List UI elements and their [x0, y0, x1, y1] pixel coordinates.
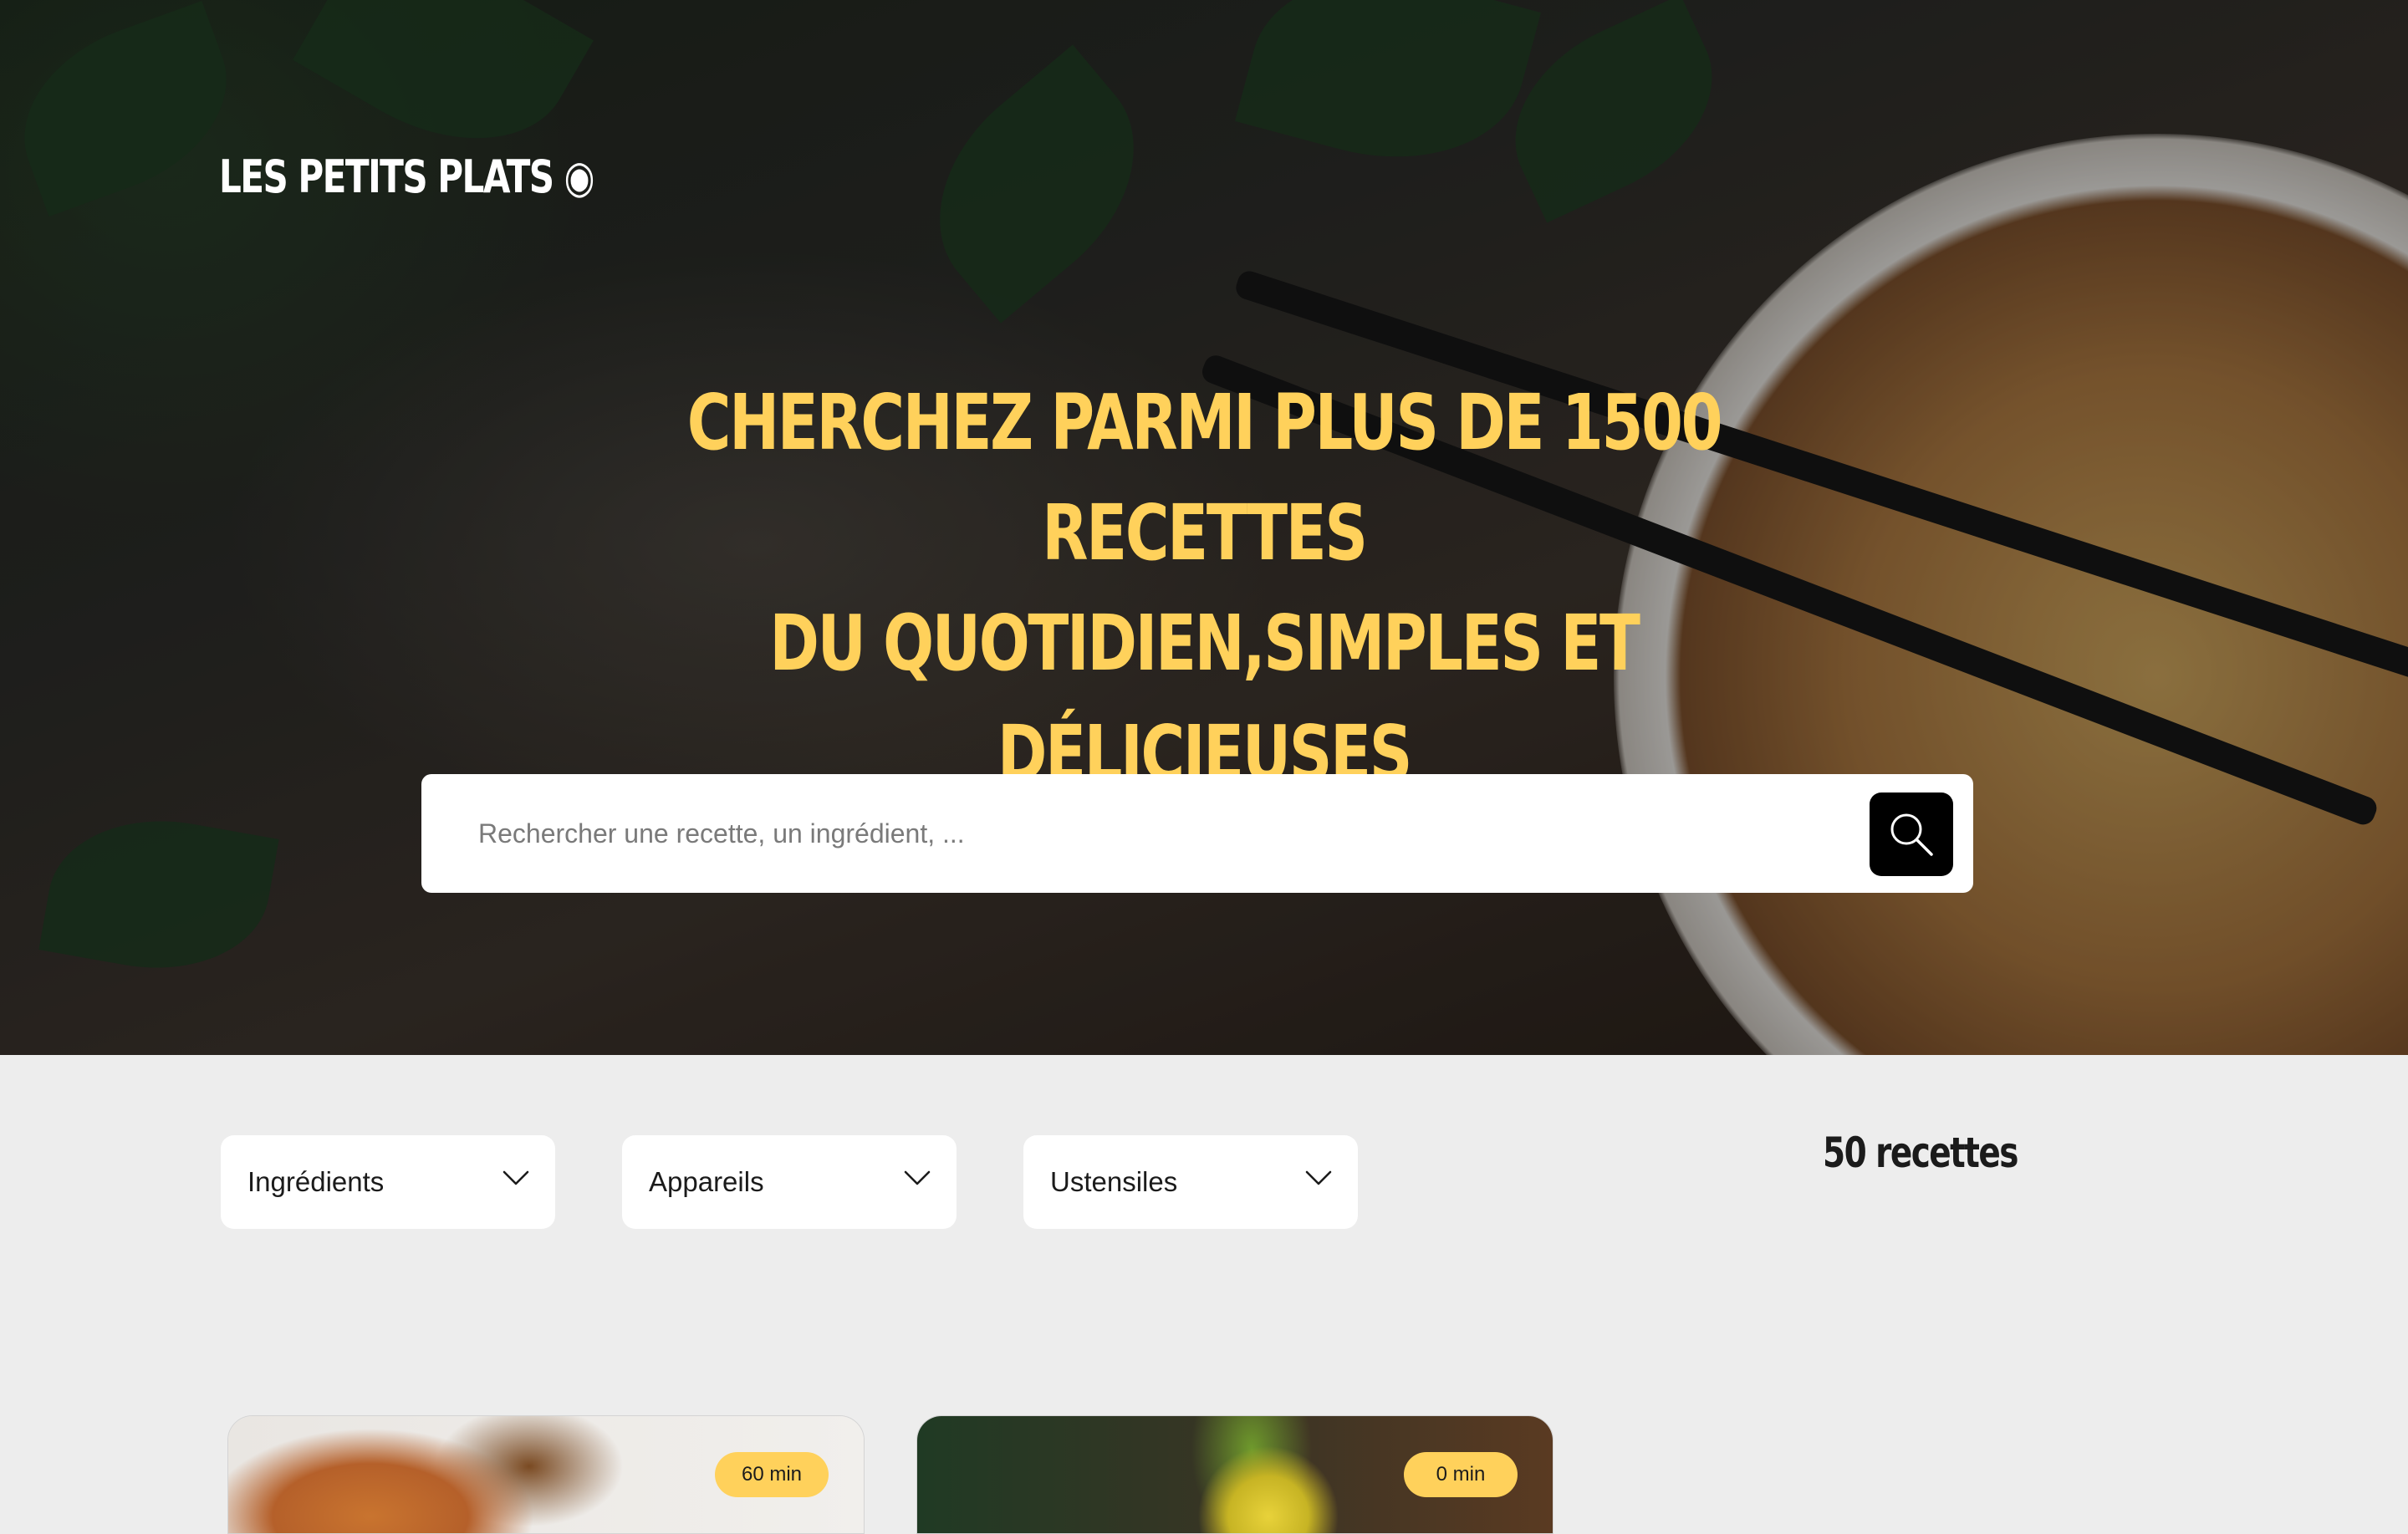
recipe-card[interactable]: 0 min	[916, 1415, 1553, 1534]
filter-appliances-label: Appareils	[649, 1166, 764, 1197]
filter-appliances-dropdown[interactable]: Appareils	[622, 1135, 957, 1229]
chevron-down-icon	[503, 1170, 529, 1185]
filter-ingredients-label: Ingrédients	[247, 1166, 385, 1197]
page-headline: CHERCHEZ PARMI PLUS DE 1500 RECETTES DU …	[656, 368, 1752, 809]
recipe-time-badge: 0 min	[1404, 1452, 1518, 1497]
recipe-count: 50 recettes	[1823, 1129, 2018, 1177]
headline-line-1: CHERCHEZ PARMI PLUS DE 1500 RECETTES	[686, 378, 1723, 578]
search-bar	[421, 774, 1973, 893]
recipe-card[interactable]: 60 min	[227, 1415, 865, 1534]
recipe-time-badge: 60 min	[715, 1452, 829, 1497]
hero-banner: LES PETITS PLATS ◉ CHERCHEZ PARMI PLUS D…	[0, 0, 2408, 1055]
site-logo[interactable]: LES PETITS PLATS ◉	[219, 150, 594, 203]
filter-ingredients-dropdown[interactable]: Ingrédients	[221, 1135, 555, 1229]
search-input[interactable]	[478, 774, 1816, 893]
search-button[interactable]	[1870, 792, 1953, 876]
chevron-down-icon	[904, 1170, 931, 1185]
chevron-down-icon	[1305, 1170, 1332, 1185]
filter-utensils-dropdown[interactable]: Ustensiles	[1023, 1135, 1358, 1229]
filter-utensils-label: Ustensiles	[1050, 1166, 1178, 1197]
search-icon	[1890, 813, 1933, 856]
